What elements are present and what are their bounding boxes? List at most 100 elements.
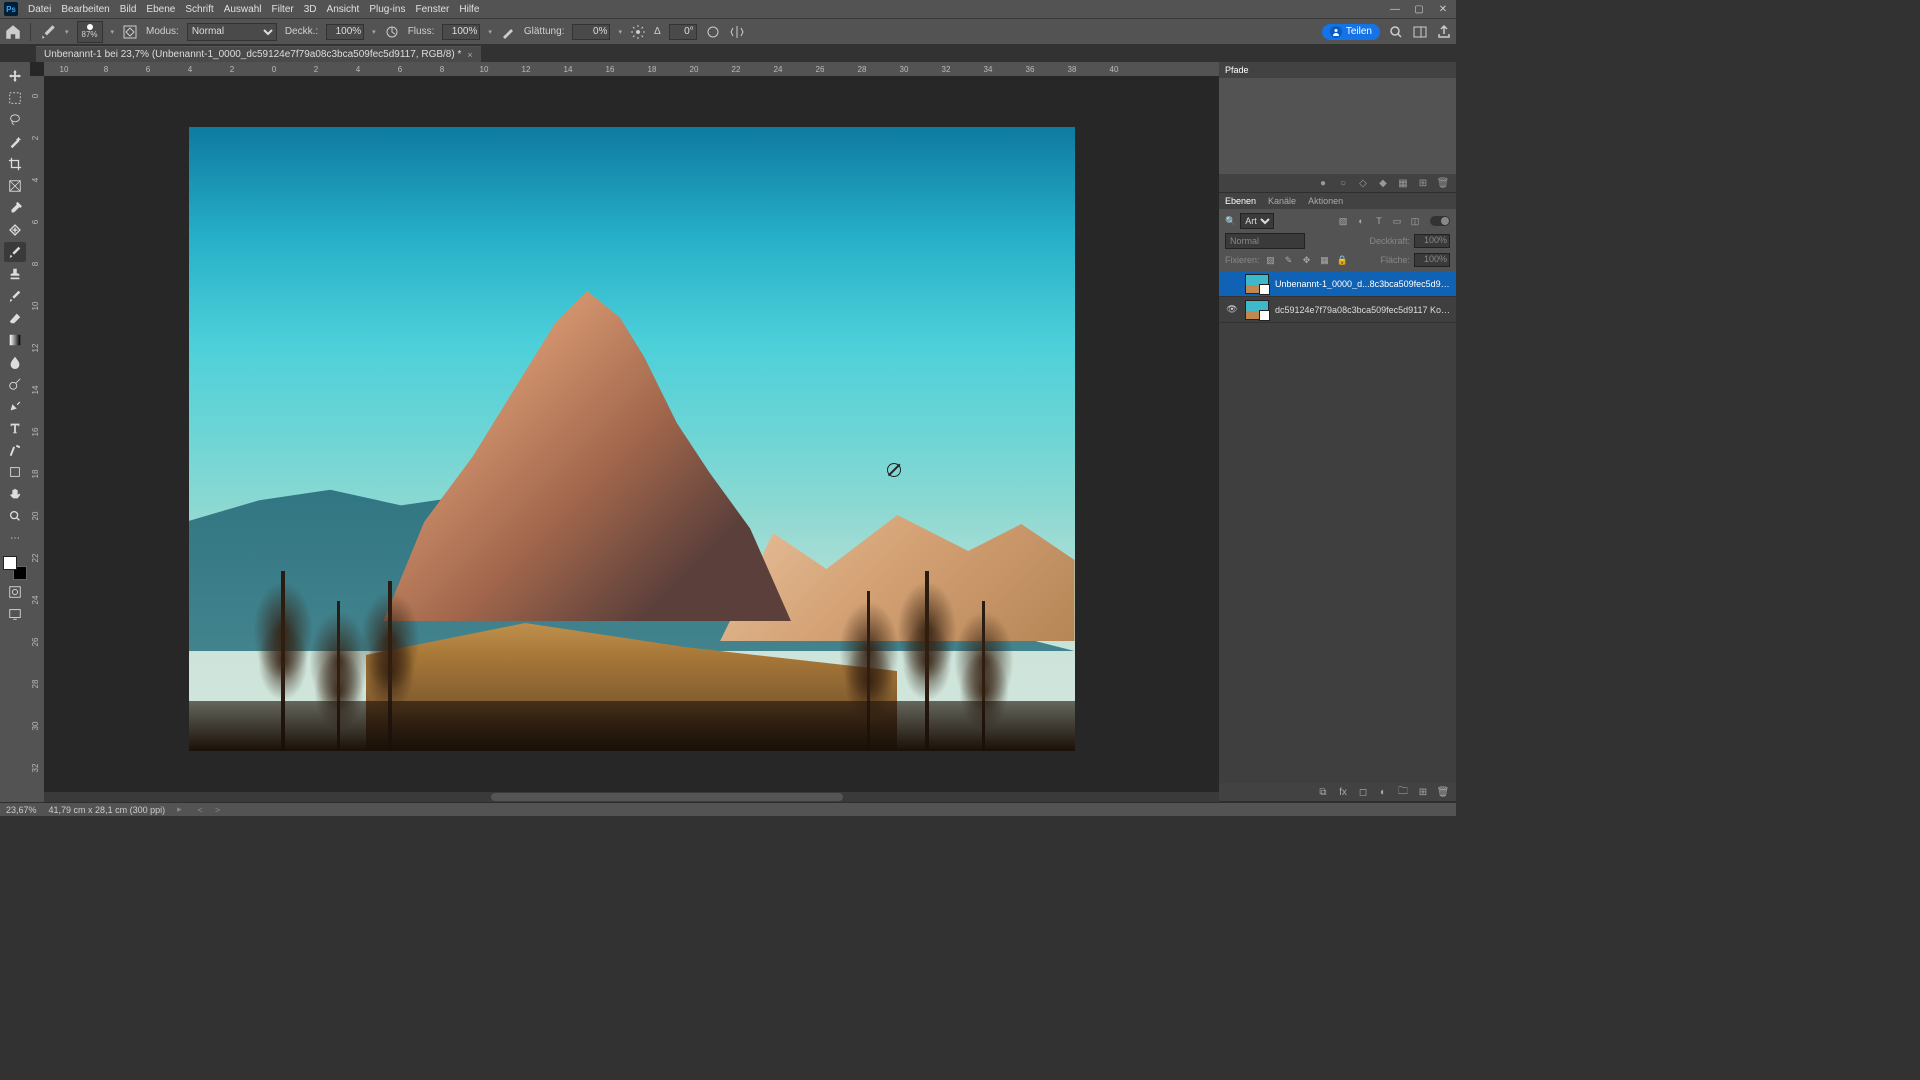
layer-mask-icon[interactable]: ◻ [1356, 785, 1370, 799]
path-new-icon[interactable]: ⊞ [1416, 176, 1430, 190]
airbrush-icon[interactable] [500, 24, 516, 40]
status-left-icon[interactable]: < [198, 805, 203, 815]
smoothing-chevron-icon[interactable]: ▾ [618, 28, 622, 36]
menu-bild[interactable]: Bild [120, 4, 137, 15]
brush-chevron-icon[interactable]: ▾ [111, 28, 115, 36]
layer-item[interactable]: 👁 dc59124e7f79a08c3bca509fec5d9117 Kopie… [1219, 297, 1456, 323]
layer-visibility-icon[interactable] [1225, 277, 1239, 291]
angle-input[interactable] [669, 24, 697, 40]
pressure-opacity-icon[interactable] [384, 24, 400, 40]
ruler-horizontal[interactable]: 1086420246810121416182022242628303234363… [44, 62, 1219, 76]
filter-pixel-icon[interactable]: ▨ [1336, 214, 1350, 228]
lock-pixels-icon[interactable]: ✎ [1282, 253, 1296, 267]
search-icon[interactable] [1388, 24, 1404, 40]
tab-ebenen[interactable]: Ebenen [1225, 196, 1256, 206]
hand-tool[interactable] [4, 484, 26, 504]
minimize-button[interactable]: — [1386, 2, 1404, 16]
gradient-tool[interactable] [4, 330, 26, 350]
path-stroke-icon[interactable]: ○ [1336, 176, 1350, 190]
ruler-vertical[interactable]: 0246810121416182022242628303234 [30, 76, 44, 802]
workspace-icon[interactable] [1412, 24, 1428, 40]
tab-kanaele[interactable]: Kanäle [1268, 196, 1296, 206]
search-icon[interactable]: 🔍 [1225, 216, 1236, 227]
filter-toggle[interactable] [1430, 216, 1450, 226]
link-layers-icon[interactable]: ⧉ [1316, 785, 1330, 799]
layer-name[interactable]: dc59124e7f79a08c3bca509fec5d9117 Kopie 2 [1275, 305, 1450, 315]
menu-ebene[interactable]: Ebene [146, 4, 175, 15]
layer-filter-select[interactable]: Art [1240, 213, 1274, 229]
layer-item[interactable]: Unbenannt-1_0000_d...8c3bca509fec5d9117 [1219, 271, 1456, 297]
menu-plugins[interactable]: Plug-ins [369, 4, 405, 15]
filter-adjust-icon[interactable]: ◐ [1354, 214, 1368, 228]
document-tab[interactable]: Unbenannt-1 bei 23,7% (Unbenannt-1_0000_… [36, 46, 481, 62]
status-arrow-icon[interactable]: ▸ [177, 804, 182, 815]
close-button[interactable]: ✕ [1434, 2, 1452, 16]
doc-dimensions[interactable]: 41,79 cm x 28,1 cm (300 ppi) [49, 805, 166, 815]
opacity-chevron-icon[interactable]: ▾ [372, 28, 376, 36]
lasso-tool[interactable] [4, 110, 26, 130]
healing-tool[interactable] [4, 220, 26, 240]
smoothing-gear-icon[interactable] [630, 24, 646, 40]
screen-mode-icon[interactable] [4, 604, 26, 624]
scrollbar-horizontal[interactable] [44, 792, 1219, 802]
filter-smart-icon[interactable]: ◫ [1408, 214, 1422, 228]
quick-mask-icon[interactable] [4, 582, 26, 602]
menu-datei[interactable]: Datei [28, 4, 51, 15]
lock-position-icon[interactable]: ✥ [1300, 253, 1314, 267]
path-combine-icon[interactable]: ◆ [1376, 176, 1390, 190]
layer-thumbnail[interactable] [1245, 300, 1269, 320]
zoom-level[interactable]: 23,67% [6, 805, 37, 815]
status-right-icon[interactable]: > [215, 805, 220, 815]
dodge-tool[interactable] [4, 374, 26, 394]
home-icon[interactable] [4, 23, 22, 41]
filter-type-icon[interactable]: T [1372, 214, 1386, 228]
layer-visibility-icon[interactable]: 👁 [1225, 303, 1239, 317]
history-brush-tool[interactable] [4, 286, 26, 306]
new-layer-icon[interactable]: ⊞ [1416, 785, 1430, 799]
more-tools[interactable]: ⋯ [4, 528, 26, 548]
opacity-panel-value[interactable]: 100% [1414, 234, 1450, 248]
layer-thumbnail[interactable] [1245, 274, 1269, 294]
flow-chevron-icon[interactable]: ▾ [488, 28, 492, 36]
path-fill-icon[interactable]: ● [1316, 176, 1330, 190]
path-tool[interactable] [4, 440, 26, 460]
brush-tool[interactable] [4, 242, 26, 262]
fill-panel-value[interactable]: 100% [1414, 253, 1450, 267]
stamp-tool[interactable] [4, 264, 26, 284]
blur-tool[interactable] [4, 352, 26, 372]
marquee-tool[interactable] [4, 88, 26, 108]
zoom-tool[interactable] [4, 506, 26, 526]
export-icon[interactable] [1436, 24, 1452, 40]
brush-preset-picker[interactable]: 87% [77, 21, 103, 43]
brush-tool-icon[interactable] [39, 23, 57, 41]
pen-tool[interactable] [4, 396, 26, 416]
symmetry-icon[interactable] [729, 24, 745, 40]
adjustment-layer-icon[interactable]: ◐ [1376, 785, 1390, 799]
path-mask-icon[interactable]: ▦ [1396, 176, 1410, 190]
foreground-color[interactable] [3, 556, 17, 570]
menu-auswahl[interactable]: Auswahl [224, 4, 262, 15]
path-selection-icon[interactable]: ◇ [1356, 176, 1370, 190]
layer-style-icon[interactable]: fx [1336, 785, 1350, 799]
shape-tool[interactable] [4, 462, 26, 482]
menu-filter[interactable]: Filter [272, 4, 294, 15]
opacity-input[interactable] [326, 24, 364, 40]
delete-layer-icon[interactable]: 🗑 [1436, 785, 1450, 799]
share-button[interactable]: Teilen [1322, 24, 1380, 40]
eraser-tool[interactable] [4, 308, 26, 328]
group-icon[interactable]: 🗀 [1396, 785, 1410, 799]
eyedropper-tool[interactable] [4, 198, 26, 218]
wand-tool[interactable] [4, 132, 26, 152]
layer-name[interactable]: Unbenannt-1_0000_d...8c3bca509fec5d9117 [1275, 279, 1450, 289]
path-trash-icon[interactable]: 🗑 [1436, 176, 1450, 190]
color-swatches[interactable] [3, 556, 27, 580]
blend-mode-select[interactable]: Normal [187, 23, 277, 41]
smoothing-input[interactable] [572, 24, 610, 40]
lock-all-icon[interactable]: 🔒 [1336, 253, 1350, 267]
frame-tool[interactable] [4, 176, 26, 196]
menu-ansicht[interactable]: Ansicht [327, 4, 360, 15]
lock-artboard-icon[interactable]: ▦ [1318, 253, 1332, 267]
tab-aktionen[interactable]: Aktionen [1308, 196, 1343, 206]
menu-fenster[interactable]: Fenster [415, 4, 449, 15]
blend-mode-input[interactable] [1225, 233, 1305, 249]
